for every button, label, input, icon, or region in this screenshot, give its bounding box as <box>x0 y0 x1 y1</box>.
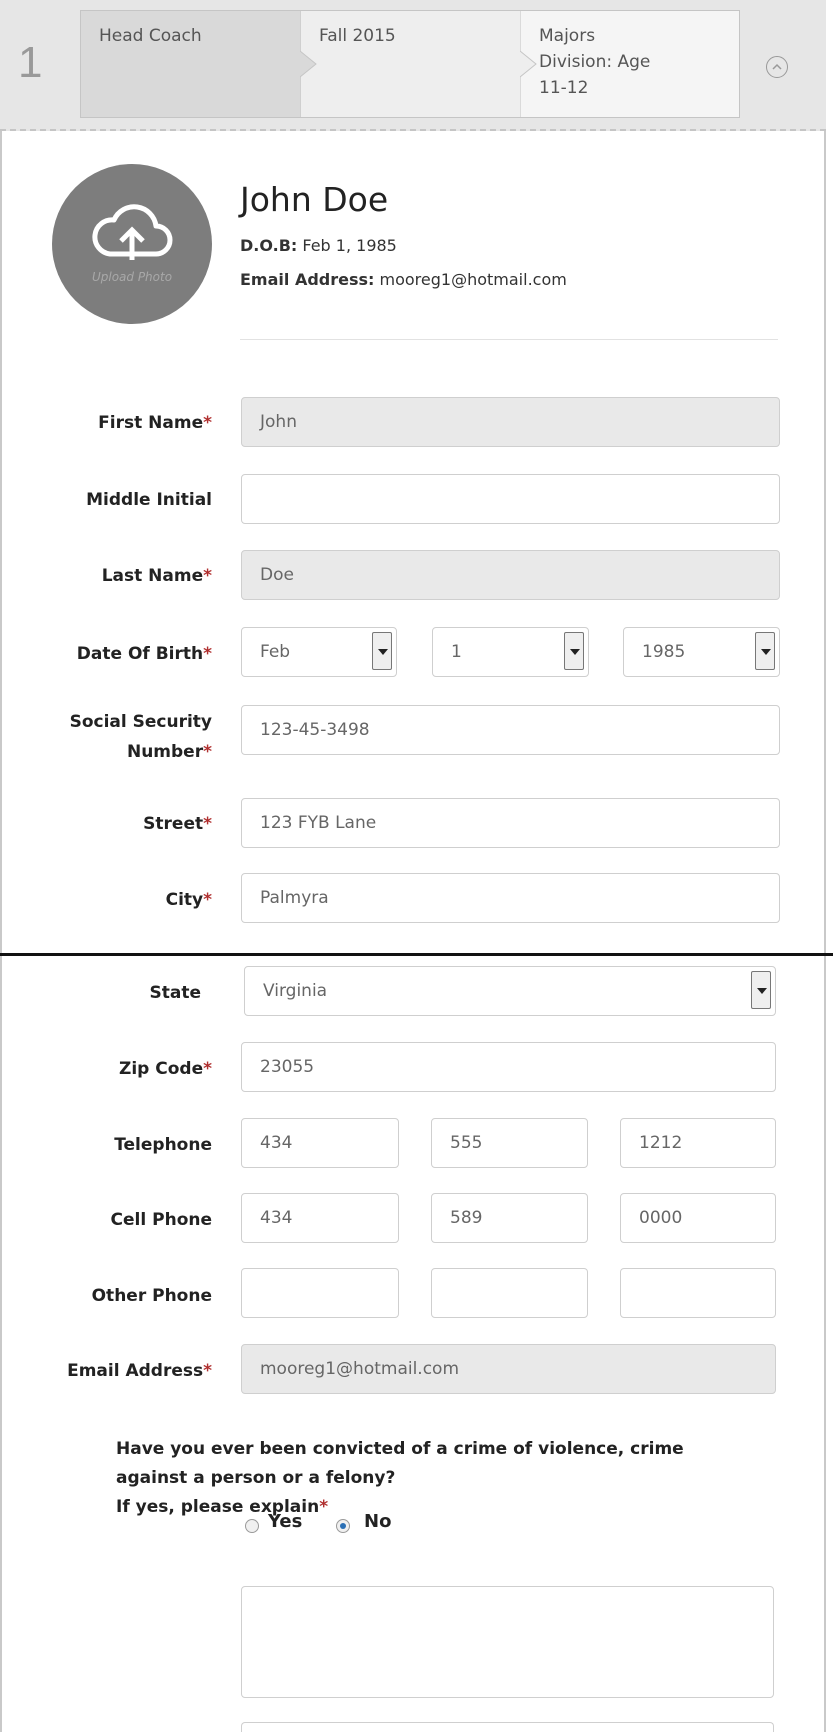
breadcrumb: Head Coach Fall 2015 Majors Division: Ag… <box>80 10 740 118</box>
email-field-label-text: Email Address <box>67 1361 204 1381</box>
required-marker: * <box>203 814 212 834</box>
next-field-partial[interactable] <box>241 1722 774 1732</box>
other-phone-area-field[interactable] <box>241 1268 399 1318</box>
chevron-down-icon[interactable] <box>751 971 771 1009</box>
upload-photo-label: Upload Photo <box>91 270 173 284</box>
required-marker: * <box>203 566 212 586</box>
dob-field-label: Date Of Birth* <box>77 644 212 664</box>
conviction-no-radio[interactable] <box>336 1519 350 1533</box>
question-line1: Have you ever been convicted of a crime … <box>116 1439 684 1459</box>
last-name-label-text: Last Name <box>101 566 204 586</box>
required-marker: * <box>203 890 212 910</box>
breadcrumb-division-line: Majors <box>539 26 596 46</box>
state-value: Virginia <box>263 981 328 1001</box>
question-line2: against a person or a felony? <box>116 1468 396 1488</box>
email-field[interactable]: mooreg1@hotmail.com <box>241 1344 776 1394</box>
cell-phone-label: Cell Phone <box>110 1210 212 1230</box>
last-name-label: Last Name* <box>102 566 212 586</box>
dob-day-select[interactable]: 1 <box>432 627 589 677</box>
registration-panel: 1 Head Coach Fall 2015 Majors Division: … <box>0 0 833 1732</box>
ssn-label-line2-wrap: Number* <box>70 737 212 767</box>
city-field[interactable]: Palmyra <box>241 873 780 923</box>
middle-initial-label: Middle Initial <box>86 490 212 510</box>
email-label: Email Address: <box>240 270 375 289</box>
required-marker: * <box>203 1059 212 1079</box>
last-name-field[interactable]: Doe <box>241 550 780 600</box>
middle-initial-field[interactable] <box>241 474 780 524</box>
question-line3-wrap: If yes, please explain* <box>116 1493 776 1522</box>
breadcrumb-season-label: Fall 2015 <box>319 26 396 46</box>
profile-dob: D.O.B: Feb 1, 1985 <box>240 236 397 255</box>
state-select[interactable]: Virginia <box>244 966 776 1016</box>
breadcrumb-division: Majors Division: Age 11-12 <box>521 11 739 117</box>
first-name-label: First Name* <box>98 413 212 433</box>
conviction-no-label[interactable]: No <box>364 1511 391 1532</box>
first-name-field[interactable]: John <box>241 397 780 447</box>
ssn-field[interactable]: 123-45-3498 <box>241 705 780 755</box>
dob-label: D.O.B: <box>240 236 298 255</box>
cell-phone-prefix-field[interactable]: 589 <box>431 1193 588 1243</box>
dob-value: Feb 1, 1985 <box>302 236 397 255</box>
telephone-line-field[interactable]: 1212 <box>620 1118 776 1168</box>
dob-month-select[interactable]: Feb <box>241 627 397 677</box>
zip-field[interactable]: 23055 <box>241 1042 776 1092</box>
breadcrumb-division-line: 11-12 <box>539 78 589 98</box>
other-phone-prefix-field[interactable] <box>431 1268 588 1318</box>
cloud-upload-icon <box>92 204 173 260</box>
dob-year-select[interactable]: 1985 <box>623 627 780 677</box>
dob-month-value: Feb <box>260 642 291 662</box>
step-header[interactable]: 1 Head Coach Fall 2015 Majors Division: … <box>0 0 826 131</box>
street-field[interactable]: 123 FYB Lane <box>241 798 780 848</box>
telephone-prefix-field[interactable]: 555 <box>431 1118 588 1168</box>
required-marker: * <box>203 742 212 762</box>
state-label: State <box>149 983 202 1003</box>
telephone-area-field[interactable]: 434 <box>241 1118 399 1168</box>
conviction-yes-radio[interactable] <box>245 1519 259 1533</box>
dob-year-value: 1985 <box>642 642 686 662</box>
step-number: 1 <box>18 38 43 87</box>
breadcrumb-season: Fall 2015 <box>301 11 521 117</box>
cell-phone-line-field[interactable]: 0000 <box>620 1193 776 1243</box>
profile-email: Email Address: mooreg1@hotmail.com <box>240 270 567 289</box>
required-marker: * <box>203 413 212 433</box>
breadcrumb-role-label: Head Coach <box>99 26 202 46</box>
required-marker: * <box>319 1497 329 1517</box>
required-marker: * <box>203 1361 212 1381</box>
first-name-label-text: First Name <box>98 413 204 433</box>
cell-phone-area-field[interactable]: 434 <box>241 1193 399 1243</box>
zip-label: Zip Code* <box>119 1059 212 1079</box>
street-label-text: Street <box>143 814 204 834</box>
dob-day-value: 1 <box>451 642 462 662</box>
breadcrumb-division-line: Division: Age <box>539 52 651 72</box>
telephone-label: Telephone <box>114 1135 212 1155</box>
required-marker: * <box>203 644 212 664</box>
breadcrumb-role: Head Coach <box>81 11 301 117</box>
ssn-label: Social Security Number* <box>70 707 212 767</box>
breadcrumb-separator-icon <box>300 11 317 117</box>
conviction-explanation-textarea[interactable] <box>241 1586 774 1698</box>
profile-name: John Doe <box>240 180 389 219</box>
chevron-up-circle-icon[interactable] <box>766 56 788 78</box>
ssn-label-line1: Social Security <box>69 712 212 732</box>
other-phone-line-field[interactable] <box>620 1268 776 1318</box>
chevron-down-icon[interactable] <box>372 632 392 670</box>
city-label-text: City <box>165 890 204 910</box>
chevron-down-icon[interactable] <box>564 632 584 670</box>
city-label: City* <box>166 890 212 910</box>
street-label: Street* <box>143 814 212 834</box>
conviction-yes-label[interactable]: Yes <box>268 1511 302 1532</box>
email-field-label: Email Address* <box>67 1361 212 1381</box>
email-value: mooreg1@hotmail.com <box>379 270 567 289</box>
divider <box>240 339 778 340</box>
zip-label-text: Zip Code <box>119 1059 204 1079</box>
dob-field-label-text: Date Of Birth <box>76 644 204 664</box>
ssn-label-line2: Number <box>126 742 204 762</box>
chevron-down-icon[interactable] <box>755 632 775 670</box>
upload-photo-button[interactable]: Upload Photo <box>52 164 212 324</box>
other-phone-label: Other Phone <box>91 1286 212 1306</box>
breadcrumb-separator-icon <box>520 11 537 117</box>
conviction-question: Have you ever been convicted of a crime … <box>116 1435 776 1522</box>
